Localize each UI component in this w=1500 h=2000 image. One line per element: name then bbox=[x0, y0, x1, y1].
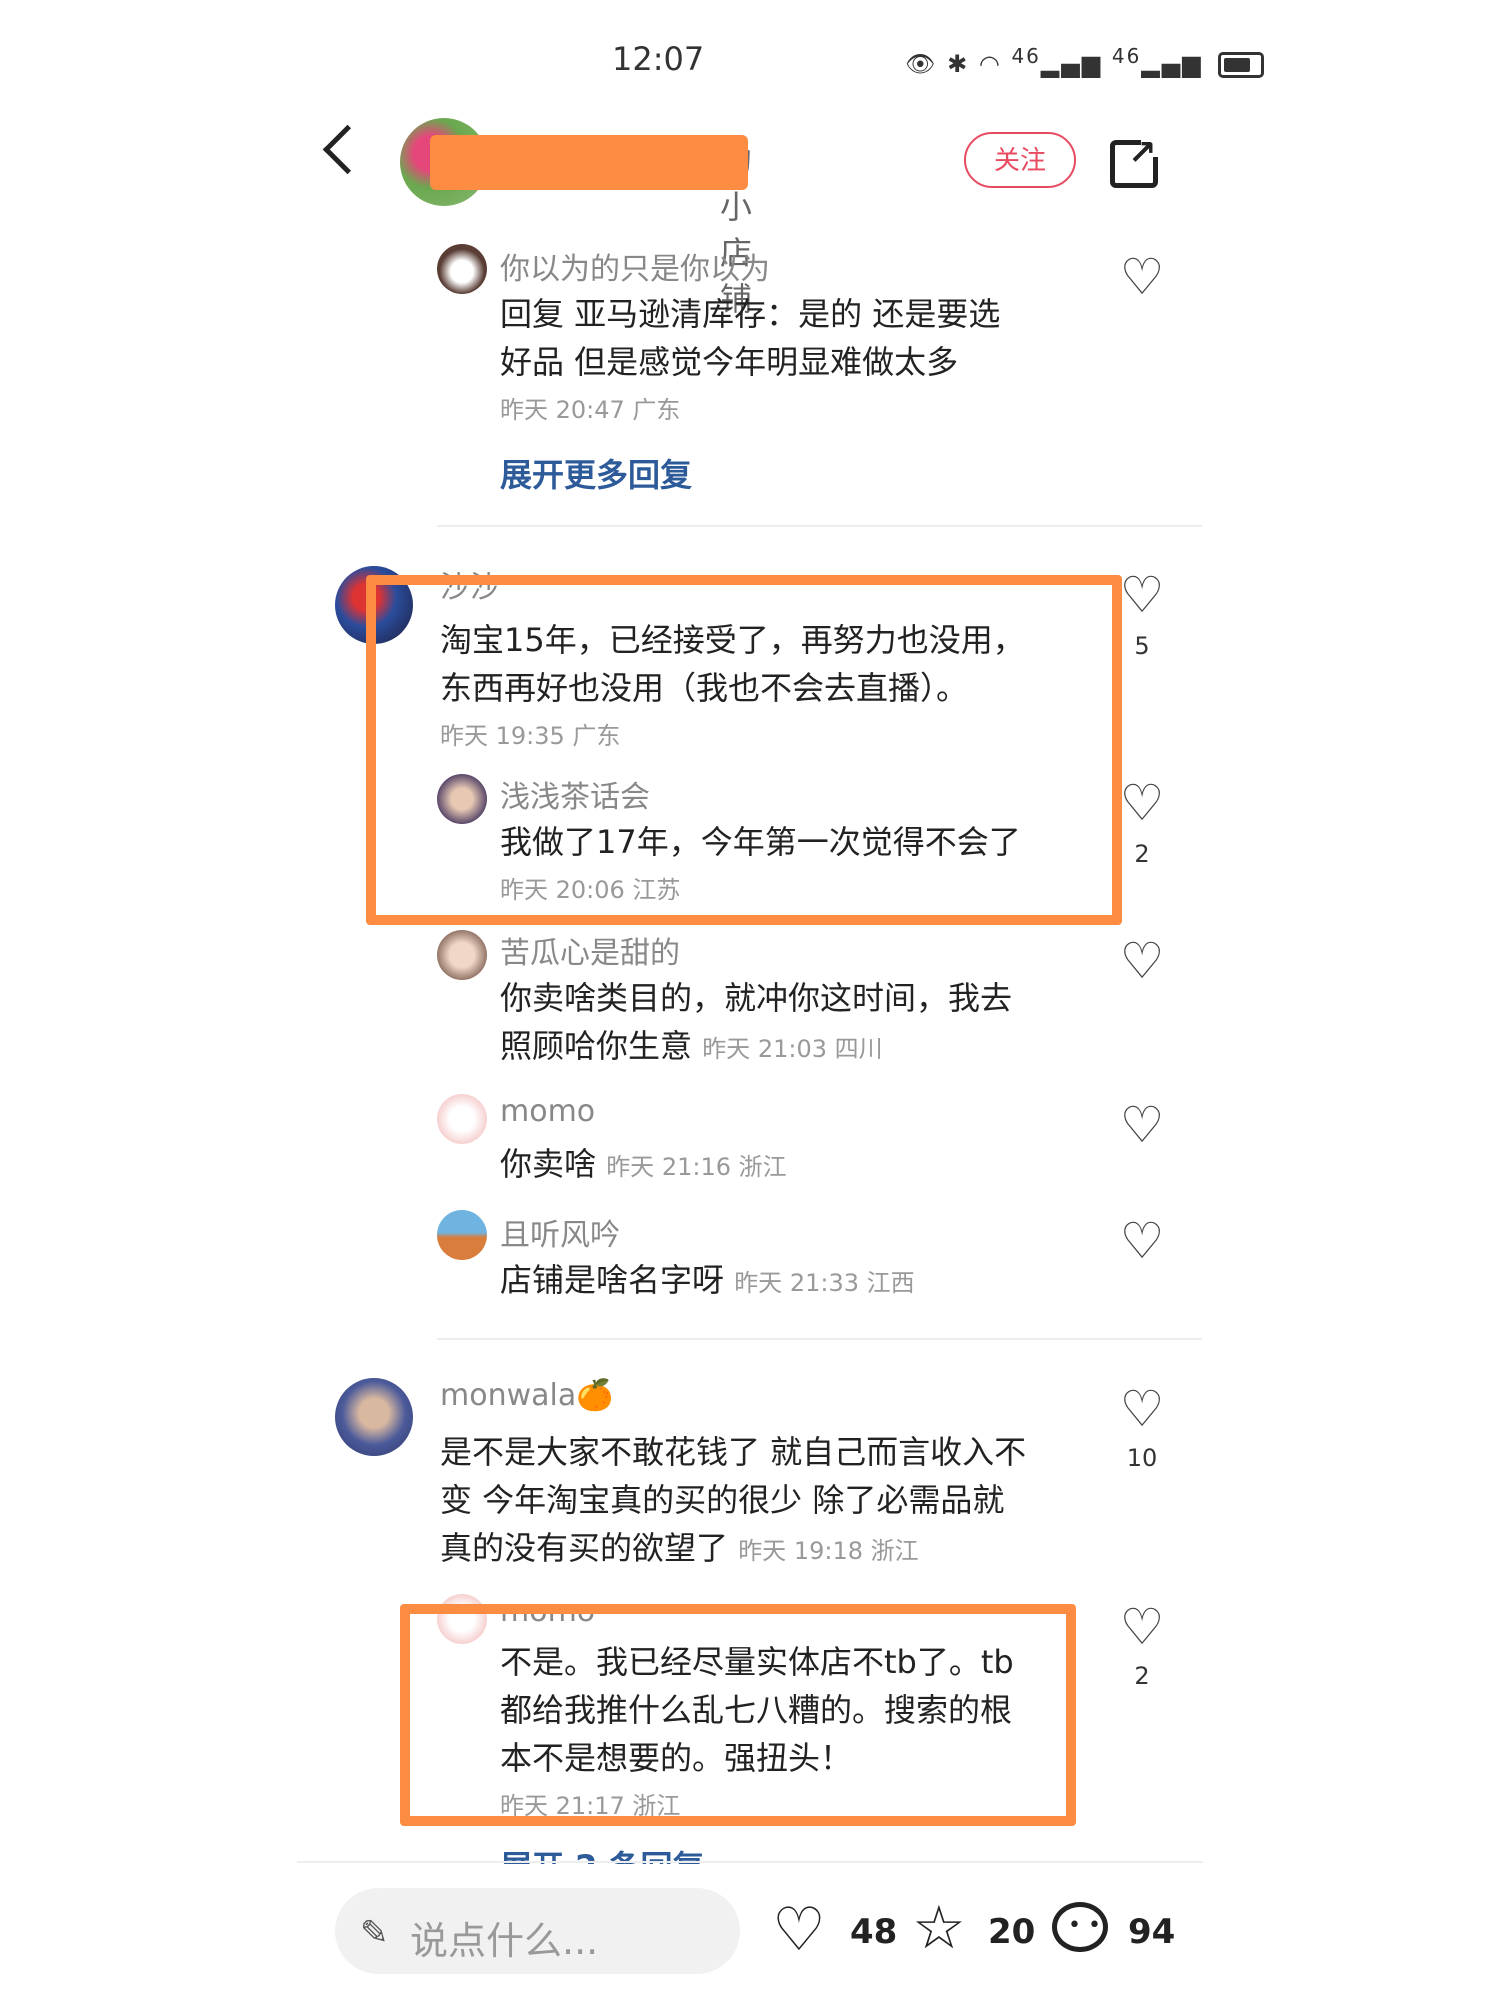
bottom-divider bbox=[297, 1861, 1203, 1863]
signal-icon: 46▂▄▆ bbox=[1011, 44, 1103, 78]
bluetooth-icon: ✱ bbox=[947, 50, 970, 78]
like-count: 2 bbox=[1134, 1662, 1150, 1690]
avatar[interactable] bbox=[437, 1094, 487, 1144]
comment-author[interactable]: momo bbox=[500, 1094, 595, 1129]
comment-author[interactable]: 你以为的只是你以为 bbox=[500, 244, 770, 288]
comment-author[interactable]: 且听风吟 bbox=[500, 1210, 620, 1254]
comment-meta: 昨天 21:16 浙江 bbox=[606, 1153, 787, 1181]
like-count: 10 bbox=[1126, 1444, 1158, 1472]
highlight-box bbox=[366, 575, 1122, 925]
like-count: 48 bbox=[850, 1912, 898, 1952]
status-time: 12:07 bbox=[612, 40, 705, 78]
comment-icon[interactable]: • • bbox=[1052, 1902, 1108, 1952]
like-icon[interactable]: ♡ bbox=[1112, 1100, 1172, 1150]
eye-icon: 👁 bbox=[905, 50, 938, 78]
avatar[interactable] bbox=[335, 1378, 413, 1456]
comment-input-placeholder[interactable]: 说点什么... bbox=[410, 1910, 598, 1965]
battery-icon bbox=[1218, 52, 1265, 78]
like-icon[interactable]: ♡ bbox=[1112, 1602, 1172, 1652]
avatar[interactable] bbox=[437, 930, 487, 980]
like-icon[interactable]: ♡ bbox=[1112, 252, 1172, 302]
back-button[interactable] bbox=[322, 124, 373, 175]
comment-text: 回复 亚马逊清库存：是的 还是要选 好品 但是感觉今年明显难做太多 bbox=[500, 295, 1001, 381]
expand-replies-link[interactable]: 展开更多回复 bbox=[500, 450, 692, 496]
like-icon[interactable]: ♡ bbox=[772, 1900, 826, 1960]
share-arrow-icon: ↗ bbox=[1128, 133, 1157, 173]
highlight-box bbox=[400, 1604, 1076, 1826]
like-icon[interactable]: ♡ bbox=[1112, 936, 1172, 986]
divider bbox=[437, 525, 1202, 527]
wifi-icon: ◠ bbox=[978, 50, 1002, 78]
divider bbox=[437, 1338, 1202, 1340]
star-icon[interactable]: ☆ bbox=[912, 1898, 966, 1958]
comment-author[interactable]: 苦瓜心是甜的 bbox=[500, 928, 680, 972]
comment-meta: 昨天 21:33 江西 bbox=[734, 1269, 915, 1297]
comment-author[interactable]: monwala🍊 bbox=[440, 1378, 614, 1413]
redaction-bar bbox=[430, 135, 748, 190]
avatar[interactable] bbox=[437, 244, 487, 294]
like-icon[interactable]: ♡ bbox=[1112, 1216, 1172, 1266]
comment-text: 你卖啥类目的，就冲你这时间，我去 照顾哈你生意 昨天 21:03 四川 bbox=[500, 979, 1013, 1065]
comment-meta: 昨天 20:47 广东 bbox=[500, 396, 681, 424]
comment-text: 是不是大家不敢花钱了 就自己而言收入不 变 今年淘宝真的买的很少 除了必需品就 … bbox=[440, 1433, 1027, 1567]
like-icon[interactable]: ♡ bbox=[1112, 1384, 1172, 1434]
comment-count: 94 bbox=[1128, 1912, 1176, 1952]
pencil-icon: ✎ bbox=[360, 1913, 389, 1953]
follow-button[interactable]: 关注 bbox=[964, 132, 1076, 188]
comment-meta: 昨天 21:03 四川 bbox=[702, 1035, 883, 1063]
comment-text: 店铺是啥名字呀 昨天 21:33 江西 bbox=[500, 1261, 915, 1299]
comment-dots: • • bbox=[1068, 1913, 1101, 1938]
avatar[interactable] bbox=[437, 1210, 487, 1260]
star-count: 20 bbox=[988, 1912, 1036, 1952]
comment-meta: 昨天 19:18 浙江 bbox=[738, 1537, 919, 1565]
comment-text: 你卖啥 昨天 21:16 浙江 bbox=[500, 1145, 787, 1183]
status-icons: 👁 ✱ ◠ 46▂▄▆ 46▂▄▆ bbox=[905, 44, 1265, 78]
signal-icon-2: 46▂▄▆ bbox=[1111, 44, 1203, 78]
